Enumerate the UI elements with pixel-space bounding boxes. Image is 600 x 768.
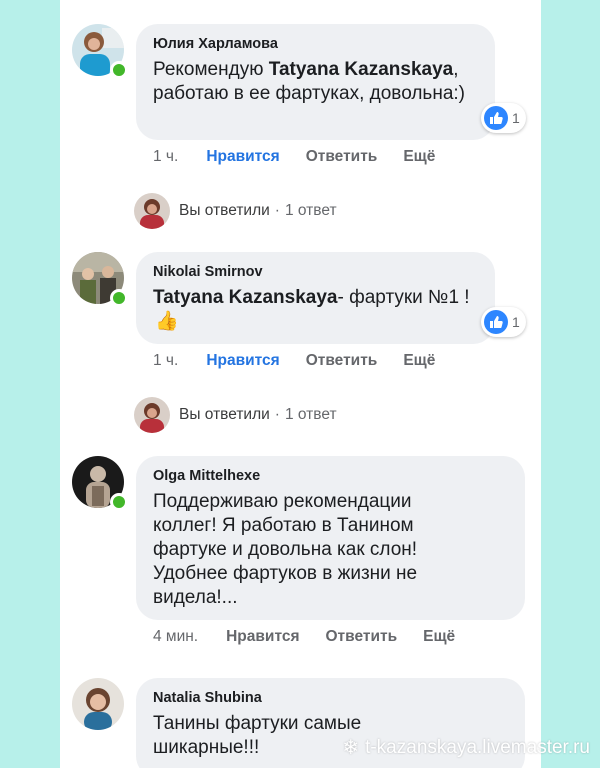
avatar [134,397,170,433]
like-button[interactable]: Нравится [226,628,299,646]
thumbs-up-emoji: 👍 [155,311,179,332]
comment-actions: 1 ч. Нравится Ответить Ещё [153,148,461,166]
reply-count: 1 ответ [284,202,337,219]
avatar [134,193,170,229]
comment-bubble: Nikolai Smirnov Tatyana Kazanskaya- фарт… [136,252,495,344]
replies-link[interactable]: Вы ответили · 1 ответ [134,193,337,229]
more-button[interactable]: Ещё [403,352,435,370]
comment-actions: 4 мин. Нравится Ответить Ещё [153,628,481,646]
comment-timestamp[interactable]: 4 мин. [153,628,198,646]
comment-text: Tatyana Kazanskaya- фартуки №1 !👍 [153,287,470,332]
online-status-icon [110,61,128,79]
comment-timestamp[interactable]: 1 ч. [153,352,178,370]
comment-text: Рекомендую Tatyana Kazanskaya, работаю в… [153,59,465,104]
like-reaction-icon [484,106,508,130]
reply-summary-label: Вы ответили [179,202,270,219]
more-button[interactable]: Ещё [423,628,455,646]
reaction-count: 1 [512,314,520,330]
mention-link[interactable]: Tatyana Kazanskaya [269,59,453,80]
reply-button[interactable]: Ответить [306,352,378,370]
comment-author[interactable]: Nikolai Smirnov [153,264,479,280]
comment-author[interactable]: Юлия Харламова [153,36,479,52]
snowflake-icon: ❄ [342,737,360,759]
comment-author[interactable]: Natalia Shubina [153,690,509,706]
reply-count: 1 ответ [284,406,337,423]
reaction-count: 1 [512,110,520,126]
reaction-summary[interactable]: 1 [481,307,526,337]
mention-link[interactable]: Tatyana Kazanskaya [153,287,337,308]
watermark-text: t-kazanskaya.livemaster.ru [365,736,590,758]
separator: · [274,202,280,219]
comment-author[interactable]: Olga Mittelhexe [153,468,509,484]
more-button[interactable]: Ещё [403,148,435,166]
separator: · [274,406,280,423]
replies-link[interactable]: Вы ответили · 1 ответ [134,397,337,433]
reaction-summary[interactable]: 1 [481,103,526,133]
online-status-icon [110,493,128,511]
reply-summary-label: Вы ответили [179,406,270,423]
reply-button[interactable]: Ответить [306,148,378,166]
like-reaction-icon [484,310,508,334]
avatar[interactable] [72,678,124,730]
comment-actions: 1 ч. Нравится Ответить Ещё [153,352,461,370]
like-button[interactable]: Нравится [206,148,279,166]
comment-text: Поддерживаю рекомендации коллег! Я работ… [153,491,418,608]
reply-button[interactable]: Ответить [326,628,398,646]
like-button[interactable]: Нравится [206,352,279,370]
comment-timestamp[interactable]: 1 ч. [153,148,178,166]
comments-panel: Юлия Харламова Рекомендую Tatyana Kazans… [60,0,541,768]
comment-bubble: Olga Mittelhexe Поддерживаю рекомендации… [136,456,525,620]
comment-bubble: Юлия Харламова Рекомендую Tatyana Kazans… [136,24,495,140]
online-status-icon [110,289,128,307]
watermark: ❄ t-kazanskaya.livemaster.ru [342,735,590,760]
